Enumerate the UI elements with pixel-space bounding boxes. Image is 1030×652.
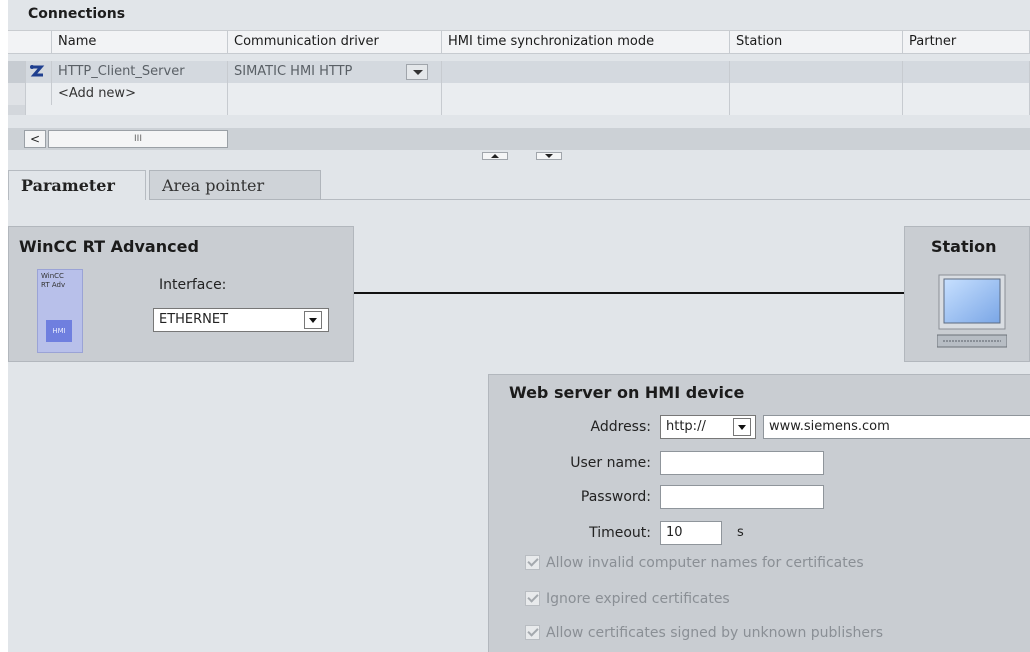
table-row[interactable]: HTTP_Client_Server SIMATIC HMI HTTP (8, 61, 1030, 84)
password-label: Password: (580, 489, 651, 505)
communication-driver-cell[interactable]: SIMATIC HMI HTTP (228, 61, 442, 83)
add-new-label[interactable]: <Add new> (52, 83, 228, 105)
connections-table: Name Communication driver HMI time synch… (8, 30, 1030, 115)
tab-divider (321, 199, 1030, 200)
password-input[interactable] (660, 485, 824, 509)
checkbox-icon[interactable] (525, 555, 540, 570)
scroll-left-button[interactable]: < (24, 130, 46, 148)
tab-parameter[interactable]: Parameter (8, 170, 146, 200)
timeout-unit: s (737, 525, 744, 540)
protocol-value: http:// (666, 419, 706, 434)
checkbox-label: Allow invalid computer names for certifi… (546, 555, 864, 571)
chevron-down-icon (545, 154, 553, 158)
hmi-device-icon: WinCC RT Adv HMI (37, 269, 83, 353)
row-icon-spacer (26, 83, 52, 105)
tab-bar: Parameter Area pointer (8, 166, 1030, 200)
interface-value: ETHERNET (159, 312, 229, 327)
empty-cell (903, 83, 1030, 105)
tab-area-pointer[interactable]: Area pointer (149, 170, 321, 200)
interface-select[interactable]: ETHERNET (153, 308, 329, 332)
empty-cell (442, 83, 730, 105)
web-server-title: Web server on HMI device (509, 383, 745, 402)
empty-cell (228, 105, 442, 115)
horizontal-scrollbar[interactable]: < III (8, 128, 1030, 150)
hmi-badge: HMI (46, 320, 72, 342)
device-line-2: RT Adv (41, 281, 66, 289)
splitter-down-button[interactable] (536, 152, 562, 160)
connection-line (354, 292, 904, 294)
checkbox-label: Allow certificates signed by unknown pub… (546, 625, 884, 641)
connections-title: Connections (28, 6, 126, 22)
wincc-panel-title: WinCC RT Advanced (19, 237, 199, 256)
station-cell[interactable] (730, 61, 903, 83)
empty-cell (903, 105, 1030, 115)
web-server-panel: Web server on HMI device Address: http:/… (488, 374, 1030, 652)
checkbox-invalid-names[interactable]: Allow invalid computer names for certifi… (525, 553, 864, 573)
empty-cell (228, 83, 442, 105)
username-label: User name: (570, 455, 651, 471)
communication-driver-value: SIMATIC HMI HTTP (234, 64, 353, 79)
empty-cell (730, 105, 903, 115)
row-selector (8, 83, 26, 105)
chevron-up-icon (491, 154, 499, 158)
column-header-partner[interactable]: Partner (903, 31, 1030, 53)
row-selector (8, 105, 26, 115)
scroll-thumb[interactable]: III (48, 130, 228, 148)
sync-mode-cell[interactable] (442, 61, 730, 83)
column-header-sync-mode[interactable]: HMI time synchronization mode (442, 31, 730, 53)
checkbox-expired-certs[interactable]: Ignore expired certificates (525, 589, 730, 609)
table-header: Name Communication driver HMI time synch… (8, 31, 1030, 54)
driver-dropdown-button[interactable] (406, 64, 428, 80)
row-selector[interactable] (8, 61, 26, 83)
add-new-row[interactable]: <Add new> (8, 83, 1030, 106)
interface-dropdown-button[interactable] (304, 311, 322, 329)
address-label: Address: (590, 419, 651, 435)
connection-name-cell[interactable]: HTTP_Client_Server (52, 61, 228, 83)
table-row-empty (8, 105, 1030, 115)
empty-cell (52, 105, 228, 115)
station-panel: Station (904, 226, 1030, 362)
connections-editor: Connections Name Communication driver HM… (8, 0, 1030, 652)
monitor-icon (936, 273, 1008, 349)
header-spacer (8, 31, 52, 53)
checkbox-icon[interactable] (525, 591, 540, 606)
splitter-up-button[interactable] (482, 152, 508, 160)
checkbox-icon[interactable] (525, 625, 540, 640)
column-header-driver[interactable]: Communication driver (228, 31, 442, 53)
column-header-station[interactable]: Station (730, 31, 903, 53)
wincc-rt-advanced-panel: WinCC RT Advanced WinCC RT Adv HMI Inter… (8, 226, 354, 362)
empty-cell (442, 105, 730, 115)
timeout-input[interactable]: 10 (660, 521, 722, 545)
checkbox-unknown-publishers[interactable]: Allow certificates signed by unknown pub… (525, 623, 883, 643)
interface-label: Interface: (159, 277, 227, 293)
username-input[interactable] (660, 451, 824, 475)
station-title: Station (931, 237, 997, 256)
partner-cell[interactable] (903, 61, 1030, 83)
checkbox-label: Ignore expired certificates (546, 591, 730, 607)
device-line-1: WinCC (41, 272, 64, 280)
address-input[interactable]: www.siemens.com (763, 415, 1030, 439)
column-header-name[interactable]: Name (52, 31, 228, 53)
protocol-dropdown-button[interactable] (733, 418, 751, 436)
timeout-label: Timeout: (589, 525, 651, 541)
connection-icon (26, 61, 52, 83)
protocol-select[interactable]: http:// (660, 415, 756, 439)
empty-cell (730, 83, 903, 105)
